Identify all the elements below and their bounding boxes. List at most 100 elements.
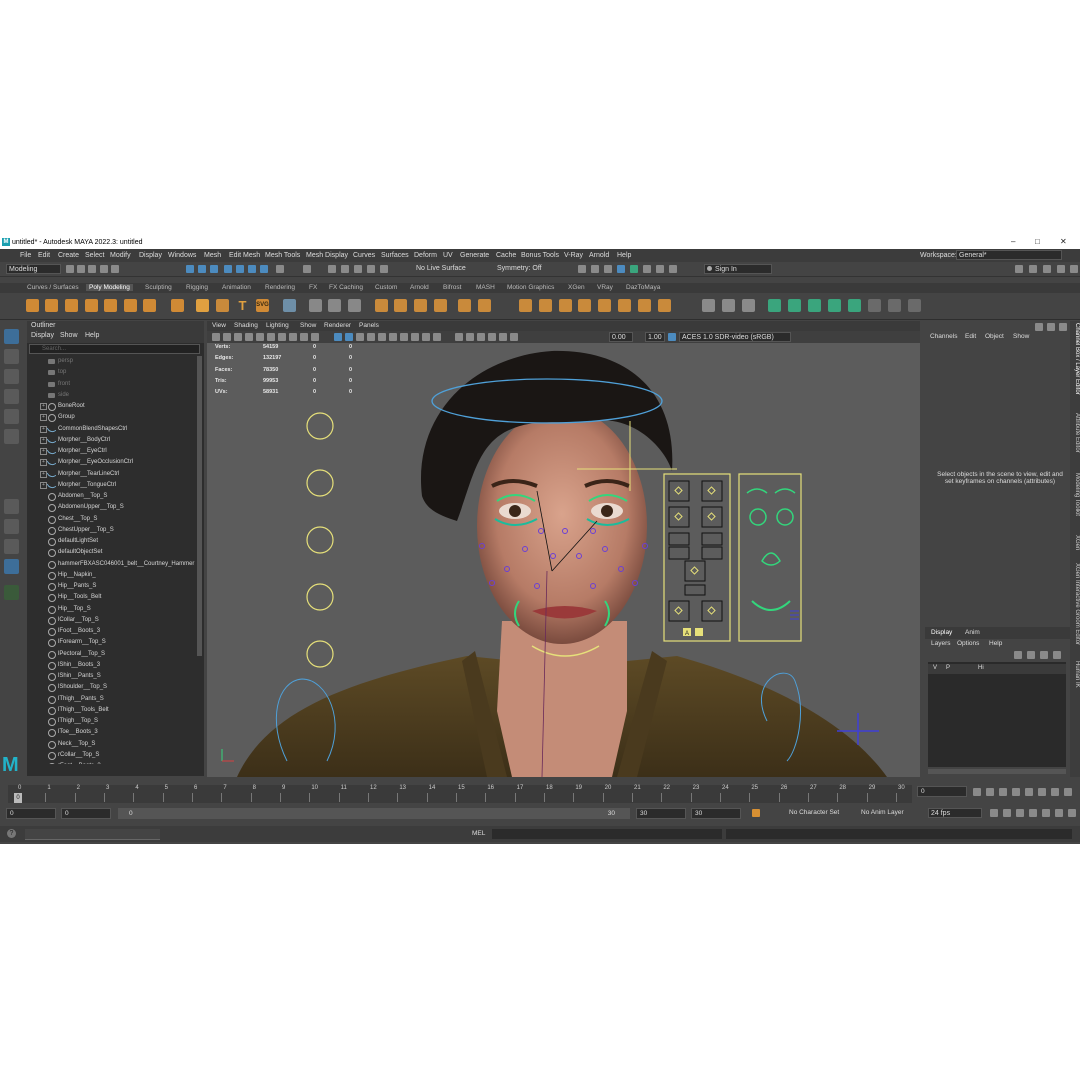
- xray-joints-icon[interactable]: [477, 333, 485, 341]
- outliner-item[interactable]: lPectoral__Top_S: [27, 649, 195, 660]
- go-to-start-icon[interactable]: [973, 788, 981, 796]
- outliner-item[interactable]: rFoot__Boots_3: [27, 761, 195, 764]
- outliner-item[interactable]: Chest__Top_S: [27, 514, 195, 525]
- minimize-button[interactable]: –: [1011, 237, 1015, 246]
- viewport-menu-renderer[interactable]: Renderer: [324, 322, 351, 329]
- channel-box-menu-edit[interactable]: Edit: [965, 333, 976, 340]
- viewport-menu-lighting[interactable]: Lighting: [266, 322, 289, 329]
- highlight-selection-icon[interactable]: [303, 265, 311, 273]
- ipr-render-icon[interactable]: [604, 265, 612, 273]
- modeling-toolkit-icon[interactable]: [1015, 265, 1023, 273]
- key-tangent-icon[interactable]: [1016, 809, 1024, 817]
- outliner-scrollbar[interactable]: [197, 356, 202, 656]
- shadows-icon[interactable]: [389, 333, 397, 341]
- shelf-tab-animation[interactable]: Animation: [219, 284, 254, 291]
- smooth-shade-icon[interactable]: [345, 333, 353, 341]
- command-input[interactable]: [492, 829, 722, 839]
- step-forward-frame-icon[interactable]: [1038, 788, 1046, 796]
- shelf-tab-bifrost[interactable]: Bifrost: [440, 284, 464, 291]
- character-set-dropdown[interactable]: No Character Set: [789, 809, 839, 816]
- channel-box-menu-object[interactable]: Object: [985, 333, 1004, 340]
- expand-icon[interactable]: +: [40, 481, 47, 489]
- grid-icon[interactable]: [256, 333, 264, 341]
- close-button[interactable]: ✕: [1060, 237, 1067, 246]
- select-tool-icon[interactable]: [4, 329, 19, 344]
- render-frame-icon[interactable]: [591, 265, 599, 273]
- checker-icon[interactable]: [868, 299, 881, 312]
- uv-mask-icon[interactable]: [260, 265, 268, 273]
- select-object-icon[interactable]: [198, 265, 206, 273]
- playback-start-field[interactable]: 0: [61, 808, 111, 819]
- fill-hole-icon[interactable]: [458, 299, 471, 312]
- expand-icon[interactable]: +: [40, 448, 47, 455]
- time-slider[interactable]: 0 1 2 3 4 5 6 7 8 9 10 11 12 13 14 15 16 17 18 19 20 21 22 23 24…: [0, 779, 1080, 803]
- type-tool-icon[interactable]: T: [236, 299, 249, 312]
- outliner-item[interactable]: side: [27, 390, 195, 401]
- wireframe-icon[interactable]: [334, 333, 342, 341]
- unfold-uv-icon[interactable]: [848, 299, 861, 312]
- shelf-tab-sculpting[interactable]: Sculpting: [142, 284, 175, 291]
- outliner-item[interactable]: rCollar__Top_S: [27, 750, 195, 761]
- spine-ctrls[interactable]: [306, 412, 334, 668]
- menu-arnold[interactable]: Arnold: [589, 252, 609, 259]
- outliner-item[interactable]: Hip__Napkin_: [27, 570, 195, 581]
- outliner-item[interactable]: AbdomenUpper__Top_S: [27, 502, 195, 513]
- expand-icon[interactable]: +: [40, 403, 47, 410]
- step-back-frame-icon[interactable]: [999, 788, 1007, 796]
- use-all-lights-icon[interactable]: [378, 333, 386, 341]
- current-time-marker[interactable]: 0: [14, 793, 22, 803]
- outliner-item[interactable]: lFoot__Boots_3: [27, 626, 195, 637]
- snap-curve-icon[interactable]: [341, 265, 349, 273]
- poly-disc-icon[interactable]: [143, 299, 156, 312]
- gamma-field[interactable]: 1.00: [645, 332, 665, 342]
- outliner-item[interactable]: lForearm__Top_S: [27, 637, 195, 648]
- shelf-tab-rigging[interactable]: Rigging: [183, 284, 211, 291]
- poly-cube-icon[interactable]: [45, 299, 58, 312]
- panel-close-icon[interactable]: [1059, 323, 1067, 331]
- save-scene-icon[interactable]: [88, 265, 96, 273]
- poly-sphere-icon[interactable]: [26, 299, 39, 312]
- redo-icon[interactable]: [111, 265, 119, 273]
- search-icon[interactable]: [4, 585, 19, 600]
- gate-mask-icon[interactable]: [289, 333, 297, 341]
- play-backwards-icon[interactable]: [1012, 788, 1020, 796]
- gamma-icon[interactable]: [499, 333, 507, 341]
- platonic-solid-icon[interactable]: [171, 299, 184, 312]
- smooth-icon[interactable]: [328, 299, 341, 312]
- symmetry-label[interactable]: Symmetry: Off: [497, 265, 542, 272]
- extrude-icon[interactable]: [394, 299, 407, 312]
- outliner-menu-help[interactable]: Help: [85, 332, 99, 339]
- menu-cache[interactable]: Cache: [496, 252, 516, 259]
- make-live-icon[interactable]: [380, 265, 388, 273]
- two-view-layout-icon[interactable]: [4, 539, 19, 554]
- poly-torus-icon[interactable]: [104, 299, 117, 312]
- outliner-layout-icon[interactable]: [4, 559, 19, 574]
- cylindrical-mapping-icon[interactable]: [828, 299, 841, 312]
- shelf-tab-daztomaya[interactable]: DazToMaya: [623, 284, 663, 291]
- settings-gear-icon[interactable]: [1068, 809, 1076, 817]
- resolution-gate-icon[interactable]: [278, 333, 286, 341]
- time-ticks[interactable]: 0 1 2 3 4 5 6 7 8 9 10 11 12 13 14 15 16 17 18 19 20 21 22 23 24…: [8, 785, 912, 803]
- target-weld-icon[interactable]: [559, 299, 572, 312]
- menu-generate[interactable]: Generate: [460, 252, 489, 259]
- face-gui-panel[interactable]: A: [663, 473, 802, 642]
- field-chart-icon[interactable]: [300, 333, 308, 341]
- sew-uv-icon[interactable]: [908, 299, 921, 312]
- slide-edge-icon[interactable]: [618, 299, 631, 312]
- exposure-field[interactable]: 0.00: [609, 332, 633, 342]
- new-layer-selected-icon[interactable]: [1053, 651, 1061, 659]
- color-management-icon[interactable]: [668, 333, 676, 341]
- bookmark-icon[interactable]: [234, 333, 242, 341]
- outliner-item[interactable]: lShin__Boots_3: [27, 660, 195, 671]
- menu-deform[interactable]: Deform: [414, 252, 437, 259]
- arnold-render-icon[interactable]: [656, 265, 664, 273]
- outliner-item[interactable]: lThigh__Pants_S: [27, 694, 195, 705]
- cut-uv-icon[interactable]: [888, 299, 901, 312]
- lasso-tool-icon[interactable]: [4, 349, 19, 364]
- menu-help[interactable]: Help: [617, 252, 631, 259]
- select-component-icon[interactable]: [210, 265, 218, 273]
- panel-menu-icon[interactable]: [1035, 323, 1043, 331]
- outliner-item[interactable]: Hip__Tools_Belt: [27, 592, 195, 603]
- outliner-item[interactable]: lThigh__Tools_Belt: [27, 705, 195, 716]
- snap-view-plane-icon[interactable]: [367, 265, 375, 273]
